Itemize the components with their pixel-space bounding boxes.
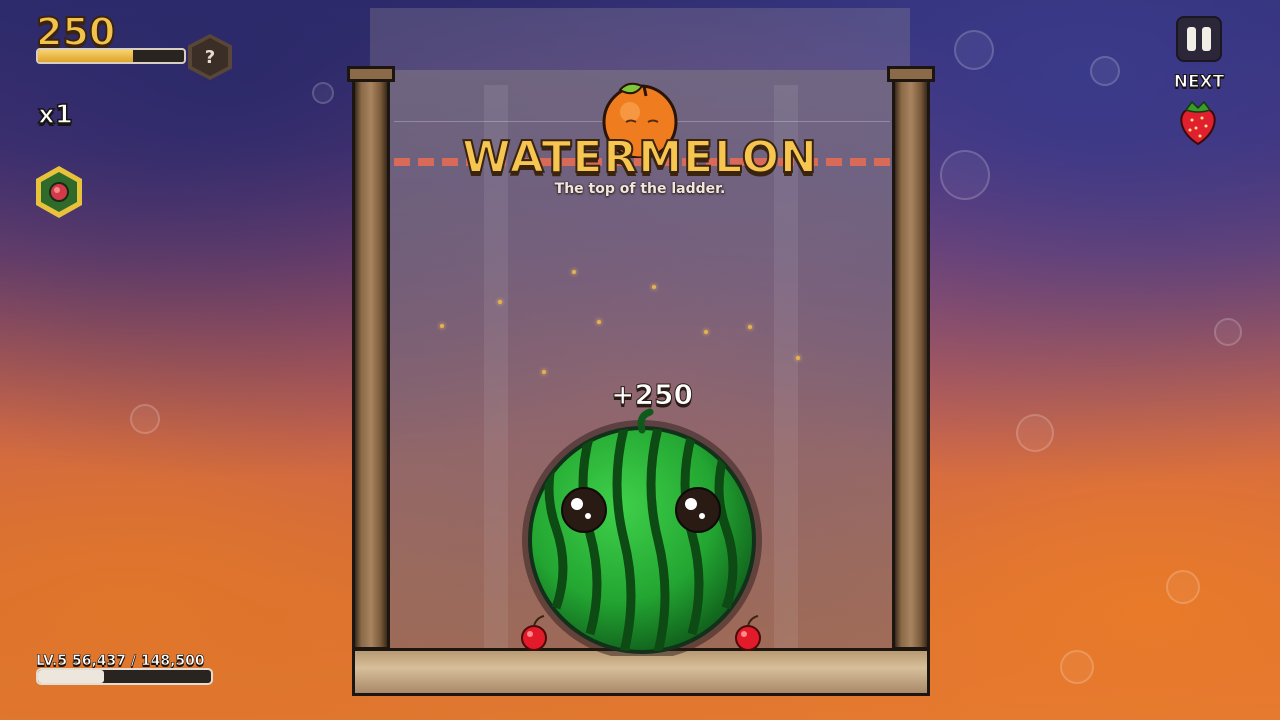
melon-powerup-icon [41, 172, 77, 212]
strawberry-icon [1180, 100, 1216, 146]
powerup-badge[interactable] [36, 166, 82, 218]
bokeh-light [1166, 570, 1200, 604]
pause-icon [1187, 27, 1196, 51]
game-stage: WATERMELON The top of the ladder. +250 2… [0, 0, 1280, 720]
sparkle [498, 300, 502, 304]
pause-icon [1202, 27, 1211, 51]
sparkle [572, 270, 576, 274]
sparkle [704, 330, 708, 334]
container-wall-cap [347, 66, 395, 82]
question-mark-icon: ? [192, 38, 228, 76]
container-wall-cap [887, 66, 935, 82]
pause-button[interactable] [1176, 16, 1222, 62]
bokeh-light [1016, 414, 1054, 452]
bokeh-light [940, 150, 990, 200]
level-progress-bar [36, 668, 213, 685]
mystery-goal-badge[interactable]: ? [188, 34, 232, 80]
score-multiplier: x1 [37, 99, 73, 131]
sparkle [796, 356, 800, 360]
level-progress-text: LV.5 56,437 / 148,500 [36, 653, 205, 670]
bokeh-light [130, 404, 160, 434]
bokeh-light [312, 82, 334, 104]
score-progress-bar [36, 48, 186, 64]
score-progress-fill [38, 50, 133, 62]
sparkle [597, 320, 601, 324]
bokeh-light [1090, 56, 1120, 86]
bokeh-light [954, 30, 994, 70]
cherry-icon [735, 615, 761, 651]
sparkle [652, 285, 656, 289]
sparkle [440, 324, 444, 328]
container-wall-left [352, 70, 390, 650]
points-popup: +250 [611, 378, 694, 412]
sparkle [542, 370, 546, 374]
bokeh-light [1060, 650, 1094, 684]
bokeh-light [1214, 318, 1242, 346]
sparkle [748, 325, 752, 329]
cherry-icon [521, 615, 547, 651]
fruit-unlock-title: WATERMELON [461, 131, 818, 184]
level-progress-fill [38, 670, 104, 683]
fruit-unlock-subtitle: The top of the ladder. [554, 181, 726, 197]
container-wall-right [892, 70, 930, 650]
next-fruit-label: NEXT [1173, 72, 1225, 93]
